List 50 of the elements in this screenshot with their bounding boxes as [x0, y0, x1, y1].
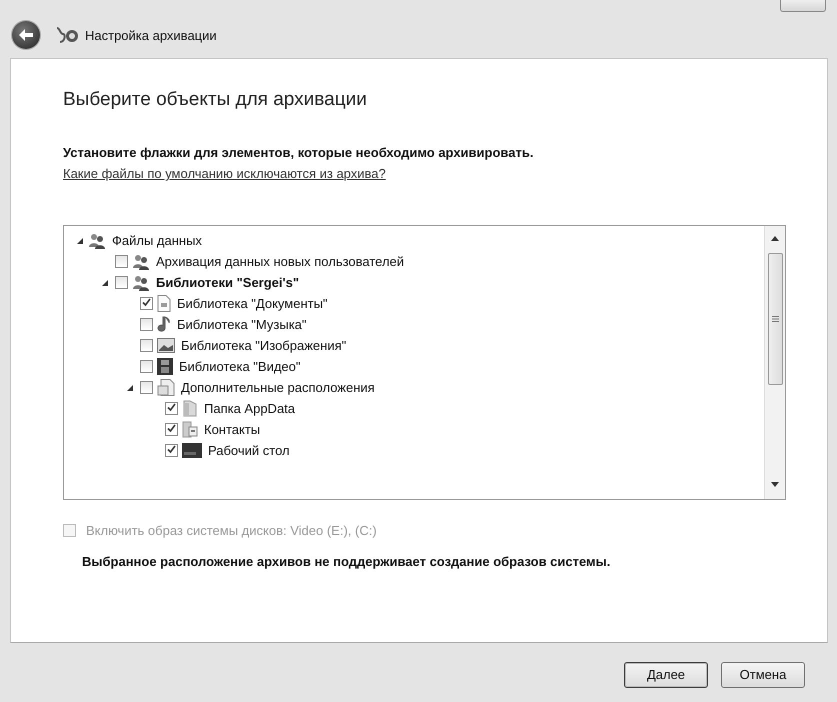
picture-icon — [157, 338, 175, 353]
folder-icon — [182, 400, 198, 417]
expanded-arrow-icon[interactable] — [102, 280, 108, 286]
scrollbar[interactable] — [764, 226, 785, 499]
tree-item-label[interactable]: Дополнительные расположения — [181, 380, 375, 395]
tree-item-label[interactable]: Библиотека "Изображения" — [181, 338, 346, 353]
window-title: Настройка архивации — [85, 28, 217, 42]
expanded-arrow-icon[interactable] — [127, 384, 133, 390]
contacts-icon — [182, 421, 198, 438]
checkbox[interactable] — [140, 339, 153, 352]
next-button[interactable]: Далее — [624, 662, 708, 688]
music-note-icon — [157, 316, 171, 333]
instruction-text: Установите флажки для элементов, которые необходимо архивировать. Какие файлы по умолчанию исключаются из архива? — [63, 144, 534, 183]
checkbox[interactable] — [140, 318, 153, 331]
document-icon — [157, 295, 171, 312]
cancel-button[interactable]: Отмена — [721, 662, 805, 688]
window-button[interactable] — [780, 0, 826, 12]
expanded-arrow-icon[interactable] — [77, 238, 83, 244]
checkbox[interactable] — [115, 255, 128, 268]
tree-item-label[interactable]: Библиотеки "Sergei's" — [156, 275, 300, 290]
people-icon — [88, 232, 106, 248]
tree-item-label[interactable]: Библиотека "Музыка" — [177, 317, 307, 332]
tree-item-label[interactable]: Библиотека "Видео" — [179, 359, 301, 374]
people-icon — [132, 274, 150, 290]
people-icon — [132, 254, 150, 270]
tree-item-label[interactable]: Архивация данных новых пользователей — [156, 254, 404, 269]
excluded-files-link[interactable]: Какие файлы по умолчанию исключаются из архива? — [63, 166, 386, 181]
info-text: Выбранное расположение архивов не поддерживает создание образов системы. — [82, 554, 612, 569]
scroll-down-icon[interactable] — [771, 482, 779, 487]
back-button[interactable] — [12, 21, 40, 49]
desktop-icon — [182, 443, 202, 458]
tree-item-label[interactable]: Контакты — [204, 422, 260, 437]
tree-item-label[interactable]: Рабочий стол — [208, 443, 290, 458]
checkbox[interactable] — [165, 444, 178, 457]
tree-item-label[interactable]: Библиотека "Документы" — [177, 296, 328, 311]
tree-item-label[interactable]: Папка AppData — [204, 401, 296, 416]
checkbox[interactable] — [115, 276, 128, 289]
tree-item-label[interactable]: Файлы данных — [112, 233, 202, 248]
checkbox[interactable] — [165, 402, 178, 415]
folder-stack-icon — [157, 379, 175, 396]
checkbox[interactable] — [140, 297, 153, 310]
checkbox[interactable] — [140, 381, 153, 394]
back-arrow-icon — [19, 29, 33, 41]
checkbox[interactable] — [140, 360, 153, 373]
scrollbar-thumb[interactable] — [768, 253, 782, 385]
page-heading: Выберите объекты для архивации — [63, 89, 368, 111]
grip-icon — [772, 316, 778, 322]
scroll-up-icon[interactable] — [771, 236, 779, 241]
film-icon — [157, 358, 173, 375]
checkbox[interactable] — [165, 423, 178, 436]
